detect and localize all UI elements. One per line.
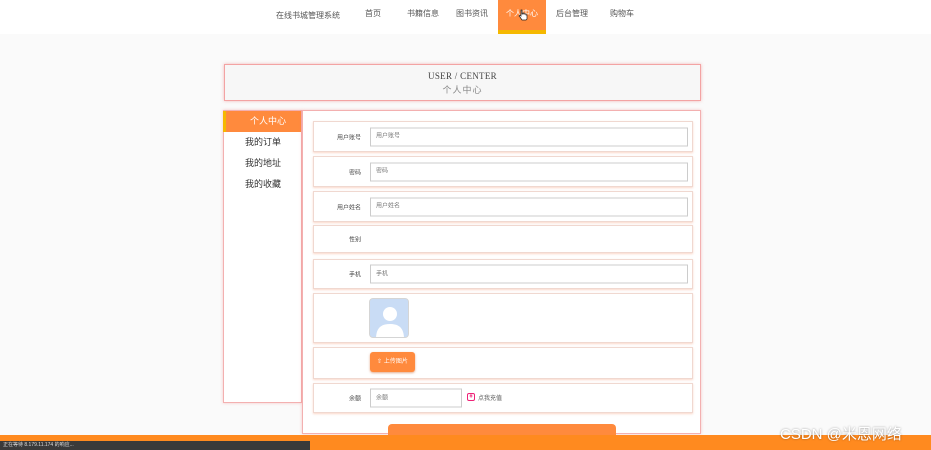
sidebar-menu: 个人中心 我的订单 我的地址 我的收藏	[223, 110, 302, 403]
upload-button-label: 上传图片	[383, 359, 408, 365]
form-row-password: 密码	[313, 156, 693, 187]
site-brand[interactable]: 在线书城管理系统	[276, 10, 340, 21]
nav-item-home[interactable]: 首页	[355, 0, 391, 30]
sidebar-item-user-center[interactable]: 个人中心	[223, 111, 301, 132]
sidebar-item-addresses[interactable]: 我的地址	[224, 153, 301, 174]
form-row-gender: 性别	[313, 225, 693, 253]
password-input[interactable]	[370, 162, 688, 181]
nav-item-cart[interactable]: 购物车	[604, 0, 640, 30]
upload-icon: ⇧	[377, 359, 383, 365]
balance-label: 余额	[348, 396, 361, 403]
watermark: CSDN @米恩网络	[780, 426, 902, 443]
sidebar-item-orders[interactable]: 我的订单	[224, 132, 301, 153]
sidebar-item-favorites[interactable]: 我的收藏	[224, 174, 301, 195]
name-label: 用户姓名	[336, 205, 361, 211]
recharge-icon[interactable]: ¥	[467, 393, 475, 401]
header-title-en: USER / CENTER	[428, 71, 497, 81]
account-label: 用户账号	[336, 135, 361, 141]
upload-image-button[interactable]: ⇧ 上传图片	[370, 352, 415, 372]
header-title-cn: 个人中心	[442, 85, 483, 95]
form-row-balance: 余额 ¥ 点我充值	[313, 383, 693, 413]
user-center-header: USER / CENTER 个人中心	[224, 64, 701, 101]
name-input[interactable]	[370, 197, 688, 216]
form-row-upload: ⇧ 上传图片	[313, 347, 693, 379]
browser-status-bar: 正在等待 8.179.11.174 的响应...	[0, 441, 310, 450]
default-avatar-icon	[370, 299, 408, 337]
submit-button[interactable]	[388, 424, 616, 435]
form-row-phone: 手机	[313, 259, 693, 289]
recharge-link[interactable]: 点我充值	[478, 393, 502, 402]
phone-input[interactable]	[370, 264, 688, 284]
top-nav: 在线书城管理系统 首页 书籍信息 图书资讯 个人中心 后台管理 购物车	[0, 0, 931, 34]
nav-item-books[interactable]: 书籍信息	[403, 0, 443, 30]
profile-form: 用户账号 密码 用户姓名 性别 手机 ⇧ 上传图片 余额	[302, 110, 701, 435]
avatar-image	[369, 298, 409, 338]
balance-input[interactable]	[370, 388, 462, 408]
account-input[interactable]	[370, 127, 688, 146]
form-row-avatar	[313, 293, 693, 343]
gender-label: 性别	[348, 237, 361, 244]
phone-label: 手机	[348, 272, 361, 279]
form-row-account: 用户账号	[313, 121, 693, 152]
nav-item-news[interactable]: 图书资讯	[451, 0, 493, 30]
form-row-name: 用户姓名	[313, 191, 693, 222]
nav-item-admin[interactable]: 后台管理	[551, 0, 593, 30]
password-label: 密码	[348, 170, 361, 176]
hand-cursor-icon	[518, 9, 528, 21]
